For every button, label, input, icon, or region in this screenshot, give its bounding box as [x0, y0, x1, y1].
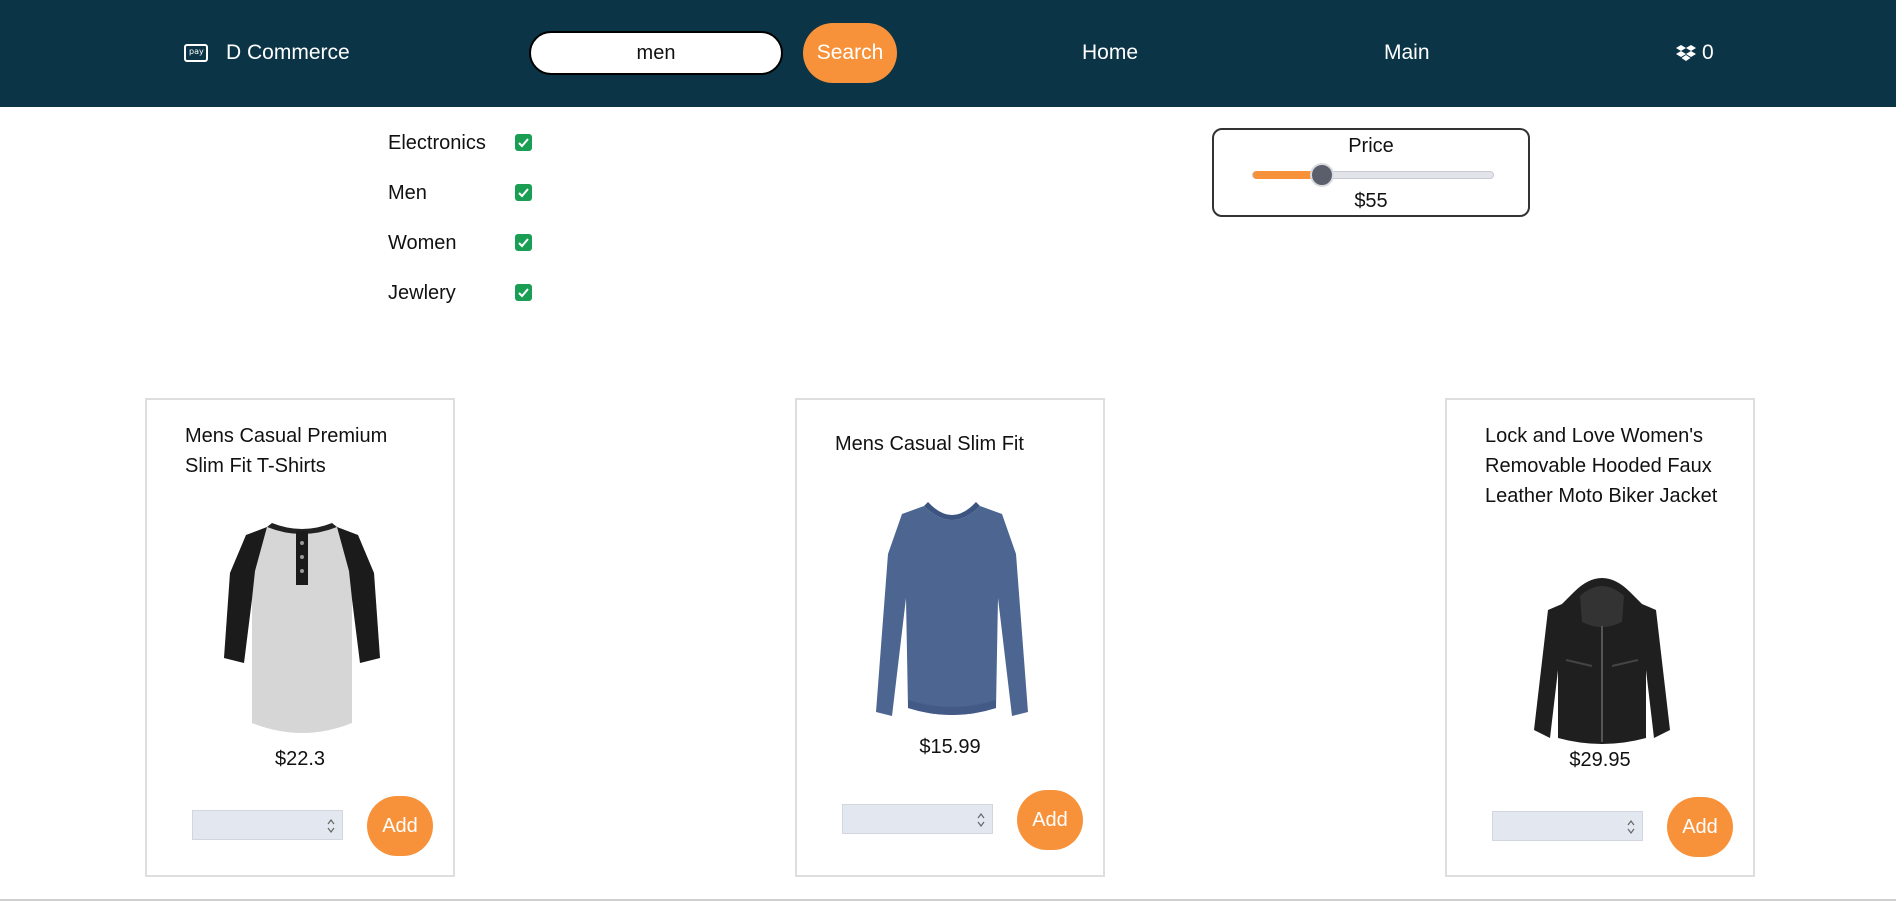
add-to-cart-button[interactable]: Add — [1667, 797, 1733, 857]
checkbox-women[interactable] — [515, 234, 532, 251]
page-bottom-divider — [0, 899, 1896, 901]
add-to-cart-button[interactable]: Add — [367, 796, 433, 856]
stepper-arrows-icon[interactable] — [1626, 817, 1636, 837]
product-title: Mens Casual Slim Fit — [835, 433, 1024, 455]
filter-women: Women — [388, 228, 588, 278]
filter-label: Jewlery — [388, 282, 456, 304]
nav-main-link[interactable]: Main — [1384, 41, 1430, 65]
price-value: $55 — [1354, 190, 1388, 212]
product-title: Mens Casual Premium Slim Fit T-Shirts — [185, 425, 388, 477]
price-filter: Price $55 — [1212, 128, 1530, 217]
filter-jewlery: Jewlery — [388, 278, 588, 328]
checkbox-electronics[interactable] — [515, 134, 532, 151]
stepper-arrows-icon[interactable] — [976, 810, 986, 830]
filter-label: Electronics — [388, 132, 486, 154]
product-price: $22.3 — [274, 748, 326, 770]
pay-card-icon: pay — [184, 44, 208, 62]
filter-electronics: Electronics — [388, 128, 588, 178]
search-button[interactable]: Search — [803, 23, 897, 83]
search-input[interactable] — [529, 31, 783, 75]
category-filters: Electronics Men Women Jewlery — [388, 128, 588, 328]
checkbox-jewlery[interactable] — [515, 284, 532, 301]
checkbox-men[interactable] — [515, 184, 532, 201]
product-title: Lock and Love Women's Removable Hooded F… — [1485, 425, 1718, 507]
brand-name: D Commerce — [226, 41, 350, 64]
product-card: Mens Casual Slim Fit $15.99 Add — [795, 398, 1105, 877]
quantity-input[interactable] — [1492, 811, 1643, 841]
price-slider-track[interactable] — [1252, 171, 1494, 179]
product-image[interactable] — [1522, 570, 1682, 750]
cart-button[interactable]: 0 — [1676, 41, 1714, 65]
filter-label: Women — [388, 232, 457, 254]
product-card: Lock and Love Women's Removable Hooded F… — [1445, 398, 1755, 877]
filter-men: Men — [388, 178, 588, 228]
product-image[interactable] — [222, 513, 382, 743]
stepper-arrows-icon[interactable] — [326, 816, 336, 836]
price-slider-thumb[interactable] — [1310, 163, 1335, 187]
dropbox-icon — [1676, 45, 1696, 61]
quantity-input[interactable] — [842, 804, 993, 834]
add-to-cart-button[interactable]: Add — [1017, 790, 1083, 850]
product-price: $29.95 — [1569, 749, 1631, 771]
quantity-input[interactable] — [192, 810, 343, 840]
price-title: Price — [1348, 135, 1394, 157]
cart-count: 0 — [1702, 41, 1714, 64]
product-price: $15.99 — [919, 736, 981, 758]
filter-label: Men — [388, 182, 427, 204]
product-image[interactable] — [872, 494, 1032, 730]
brand[interactable]: pay D Commerce — [184, 40, 350, 66]
top-navbar: pay D Commerce Search Home Main 0 — [0, 0, 1896, 107]
product-card: Mens Casual Premium Slim Fit T-Shirts $2… — [145, 398, 455, 877]
nav-home-link[interactable]: Home — [1082, 41, 1138, 65]
